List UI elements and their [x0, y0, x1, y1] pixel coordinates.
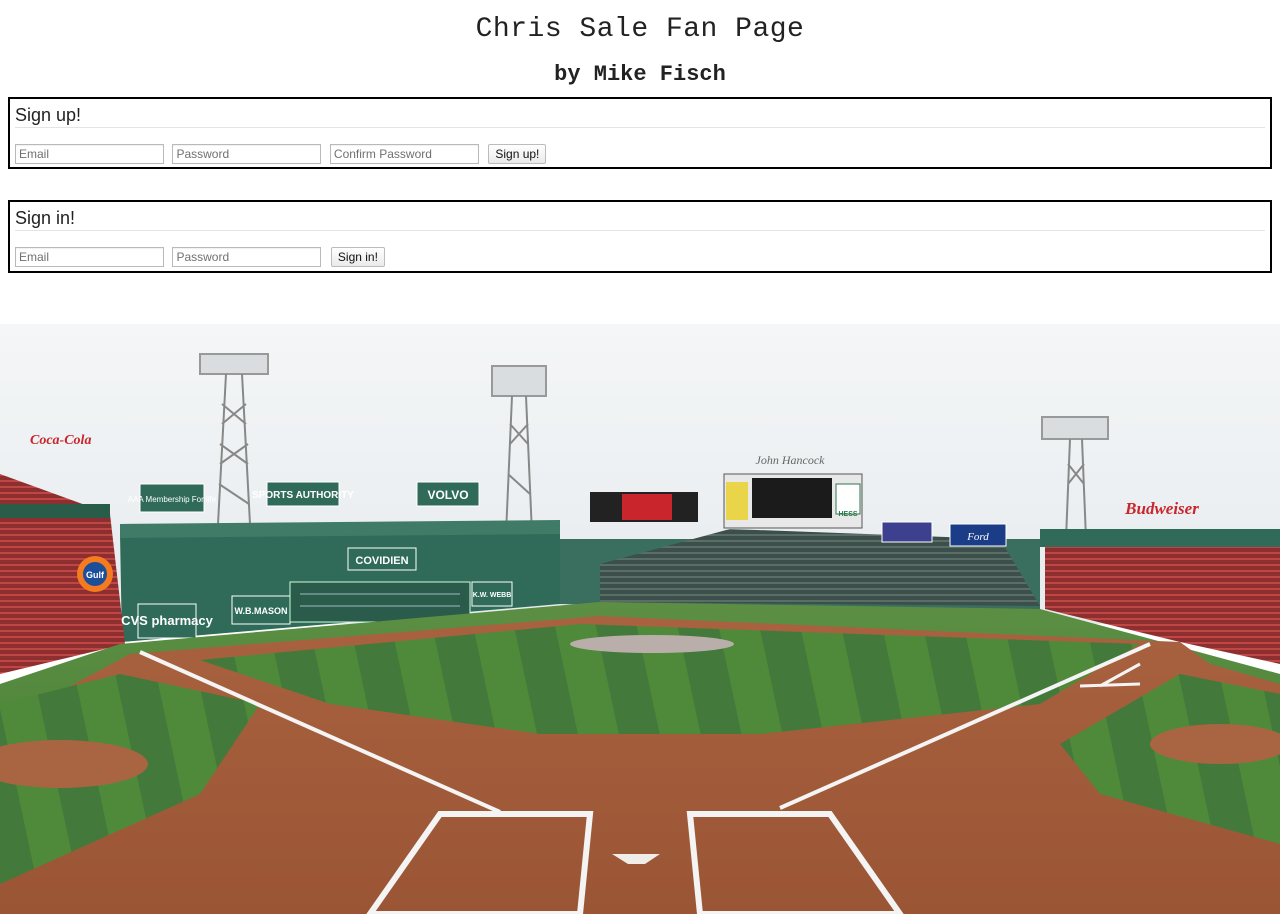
signup-button[interactable]: Sign up! [488, 144, 547, 164]
signin-button[interactable]: Sign in! [330, 247, 385, 267]
kwwebb-sign: K.W. WEBB [471, 581, 513, 607]
covidien-sign: COVIDIEN [347, 547, 417, 571]
page-subtitle: by Mike Fisch [554, 62, 726, 87]
signin-heading: Sign in! [15, 206, 1265, 231]
signup-form: Sign up! Sign up! [8, 97, 1272, 169]
signup-fields: Sign up! [15, 144, 547, 164]
signup-password-input[interactable] [172, 144, 322, 164]
signin-email-input[interactable] [15, 247, 164, 267]
wbmason-sign: W.B.MASON [231, 595, 291, 625]
sports-authority-sign: SPORTS AUTHORITY [252, 481, 354, 507]
svg-text:W.B.MASON: W.B.MASON [235, 606, 288, 616]
svg-text:COVIDIEN: COVIDIEN [355, 555, 408, 567]
aaa-sign: AAA Membership For life [128, 483, 217, 513]
pitchers-mound [570, 635, 734, 653]
signin-fields: Sign in! [15, 247, 385, 267]
signup-email-input[interactable] [15, 144, 164, 164]
budweiser-sign: Budweiser [1124, 499, 1199, 518]
svg-text:Budweiser: Budweiser [1124, 499, 1199, 518]
signup-heading: Sign up! [15, 103, 1265, 128]
svg-text:K.W. WEBB: K.W. WEBB [473, 592, 512, 599]
volvo-sign: VOLVO [416, 481, 480, 507]
svg-text:CVS pharmacy: CVS pharmacy [121, 613, 214, 628]
signup-confirm-password-input[interactable] [329, 144, 479, 164]
ad-sign [881, 521, 933, 543]
coca-cola-sign: Coca-Cola [30, 433, 91, 448]
svg-text:John Hancock: John Hancock [756, 453, 826, 467]
svg-text:VOLVO: VOLVO [427, 488, 468, 502]
fenway-park-banner-image: AAA Membership For life SPORTS AUTHORITY… [0, 324, 1280, 914]
svg-text:Ford: Ford [966, 531, 989, 543]
signin-password-input[interactable] [172, 247, 322, 267]
svg-text:SPORTS AUTHORITY: SPORTS AUTHORITY [252, 490, 354, 501]
svg-text:Gulf: Gulf [86, 570, 105, 580]
svg-text:AAA Membership For life: AAA Membership For life [128, 495, 217, 504]
svg-text:Coca-Cola: Coca-Cola [30, 433, 91, 448]
signin-form: Sign in! Sign in! [8, 200, 1272, 273]
page-title: Chris Sale Fan Page [475, 14, 805, 45]
gulf-sign: Gulf [77, 556, 113, 592]
svg-text:HESS: HESS [838, 511, 857, 518]
